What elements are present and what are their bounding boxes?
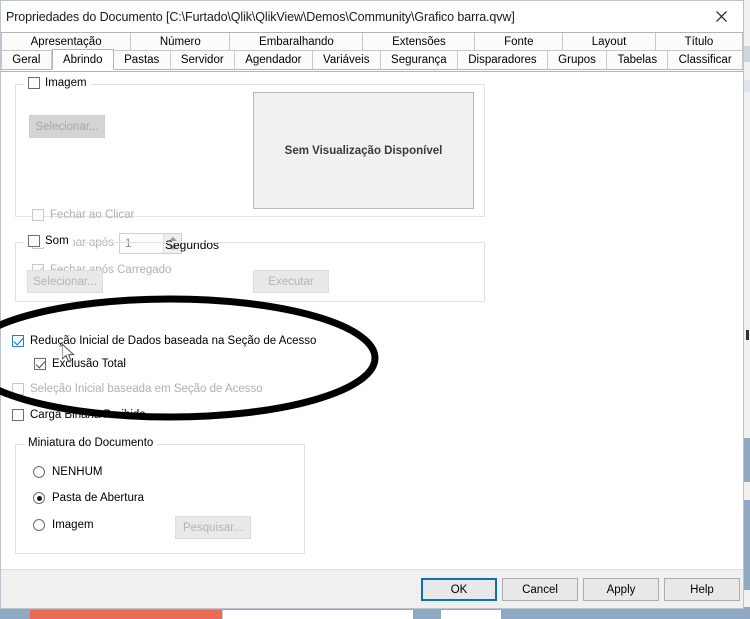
tab-grupos[interactable]: Grupos — [547, 51, 608, 70]
binary-load-prohibited-row[interactable]: Carga Binária Proibida — [12, 409, 146, 421]
image-select-button[interactable]: Selecionar... — [29, 115, 105, 138]
image-preview-panel: Sem Visualização Disponível — [253, 92, 474, 209]
initial-selection-row[interactable]: Seleção Inicial baseada em Seção de Aces… — [12, 383, 263, 395]
document-properties-dialog: Propriedades do Documento [C:\Furtado\Ql… — [0, 0, 744, 609]
apply-button[interactable]: Apply — [583, 578, 659, 601]
tab-label: Fonte — [504, 35, 534, 48]
dialog-title: Propriedades do Documento [C:\Furtado\Ql… — [6, 9, 515, 24]
background-bottom-white-panel-2 — [441, 610, 501, 619]
initial-data-reduction-checkbox[interactable] — [12, 335, 24, 347]
background-right-marker — [746, 330, 749, 340]
tab-label: Servidor — [180, 54, 224, 66]
tab-disparadores[interactable]: Disparadores — [457, 51, 548, 70]
tab-label: Tabelas — [617, 54, 658, 66]
tab-vari-veis[interactable]: Variáveis — [312, 51, 381, 70]
binary-load-prohibited-checkbox[interactable] — [12, 409, 24, 421]
close-on-click-checkbox[interactable] — [32, 209, 44, 221]
background-bottom-white-panel — [222, 610, 413, 619]
help-button[interactable]: Help — [664, 578, 740, 601]
tab-servidor[interactable]: Servidor — [170, 51, 235, 70]
tab-extens-es[interactable]: Extensões — [363, 33, 476, 51]
tab-fonte[interactable]: Fonte — [475, 33, 564, 51]
thumbnail-option-opening-sheet-label: Pasta de Abertura — [52, 492, 145, 504]
thumbnail-browse-button[interactable]: Pesquisar... — [175, 516, 251, 539]
cancel-button[interactable]: Cancel — [502, 578, 578, 601]
close-on-click-row[interactable]: Fechar ao Clicar — [32, 209, 134, 221]
tab-embaralhando[interactable]: Embaralhando — [230, 33, 364, 51]
tab-label: Apresentação — [30, 35, 102, 48]
sound-play-button[interactable]: Executar — [253, 270, 329, 293]
image-enable-checkbox[interactable] — [28, 77, 40, 89]
binary-load-prohibited-label: Carga Binária Proibida — [30, 409, 146, 421]
tab-label: Embaralhando — [259, 35, 334, 48]
tab-label: Segurança — [391, 54, 447, 66]
tab-classificar[interactable]: Classificar — [668, 51, 743, 70]
strict-exclusion-checkbox[interactable] — [34, 358, 46, 370]
ok-button[interactable]: OK — [421, 578, 497, 601]
tab-label: Abrindo — [62, 53, 103, 66]
close-on-click-label: Fechar ao Clicar — [50, 209, 135, 221]
tab-label: Agendador — [245, 54, 302, 66]
sound-select-button[interactable]: Selecionar... — [27, 270, 103, 293]
initial-data-reduction-label: Redução Inicial de Dados baseada na Seçã… — [30, 335, 317, 347]
tab-row-lower: Geral Abrindo Pastas Servidor Agendador Variá… — [1, 49, 743, 70]
image-group-legend: Imagem — [24, 77, 91, 89]
strict-exclusion-row[interactable]: Exclusão Total — [34, 358, 126, 370]
initial-data-reduction-row[interactable]: Redução Inicial de Dados baseada na Seçã… — [12, 335, 316, 347]
dialog-titlebar: Propriedades do Documento [C:\Furtado\Ql… — [1, 1, 743, 32]
dialog-body: Imagem Selecionar... Fechar ao Clicar Fe… — [1, 72, 743, 572]
tab-pastas[interactable]: Pastas — [113, 51, 171, 70]
tab-label: Número — [159, 35, 201, 48]
close-icon[interactable] — [699, 1, 743, 31]
tab-label: Classificar — [678, 54, 732, 66]
sound-group-legend: Som — [24, 235, 73, 247]
tab-tabelas[interactable]: Tabelas — [607, 51, 669, 70]
thumbnail-option-none-label: NENHUM — [52, 466, 103, 478]
tab-abrindo[interactable]: Abrindo — [51, 49, 114, 70]
sound-group-label: Som — [45, 235, 69, 247]
background-bottom-red-bar — [30, 610, 222, 619]
image-group-label: Imagem — [45, 77, 87, 89]
tab-t-tulo[interactable]: Título — [655, 33, 743, 51]
tab-label: Extensões — [392, 35, 446, 48]
tab-label: Geral — [12, 54, 41, 66]
tab-geral[interactable]: Geral — [1, 51, 52, 70]
initial-selection-label: Seleção Inicial baseada em Seção de Aces… — [30, 383, 263, 395]
tab-label: Pastas — [124, 54, 160, 66]
tab-layout[interactable]: Layout — [563, 33, 656, 51]
strict-exclusion-label: Exclusão Total — [52, 358, 126, 370]
tab-label: Título — [684, 35, 714, 48]
tab-label: Variáveis — [323, 54, 370, 66]
tab-label: Disparadores — [468, 54, 537, 66]
tab-n-mero[interactable]: Número — [131, 33, 231, 51]
tab-seguran-a[interactable]: Segurança — [380, 51, 458, 70]
thumbnail-option-image[interactable]: Imagem — [33, 519, 94, 531]
radio-none-icon[interactable] — [33, 466, 45, 478]
dialog-footer: OK Cancel Apply Help — [1, 569, 743, 608]
thumbnail-option-none[interactable]: NENHUM — [33, 466, 102, 478]
preview-placeholder-text: Sem Visualização Disponível — [284, 144, 443, 157]
tab-agendador[interactable]: Agendador — [234, 51, 313, 70]
tab-strip: Apresentação Número Embaralhando Extensões F… — [1, 32, 743, 72]
thumbnail-group-legend: Miniatura do Documento — [24, 437, 158, 449]
tab-label: Grupos — [558, 54, 596, 66]
initial-selection-checkbox[interactable] — [12, 383, 24, 395]
radio-opening-sheet-icon[interactable] — [33, 492, 45, 504]
sound-enable-checkbox[interactable] — [28, 235, 40, 247]
radio-image-icon[interactable] — [33, 519, 45, 531]
thumbnail-option-image-label: Imagem — [52, 519, 94, 531]
thumbnail-option-opening-sheet[interactable]: Pasta de Abertura — [33, 492, 144, 504]
tab-label: Layout — [591, 35, 627, 48]
